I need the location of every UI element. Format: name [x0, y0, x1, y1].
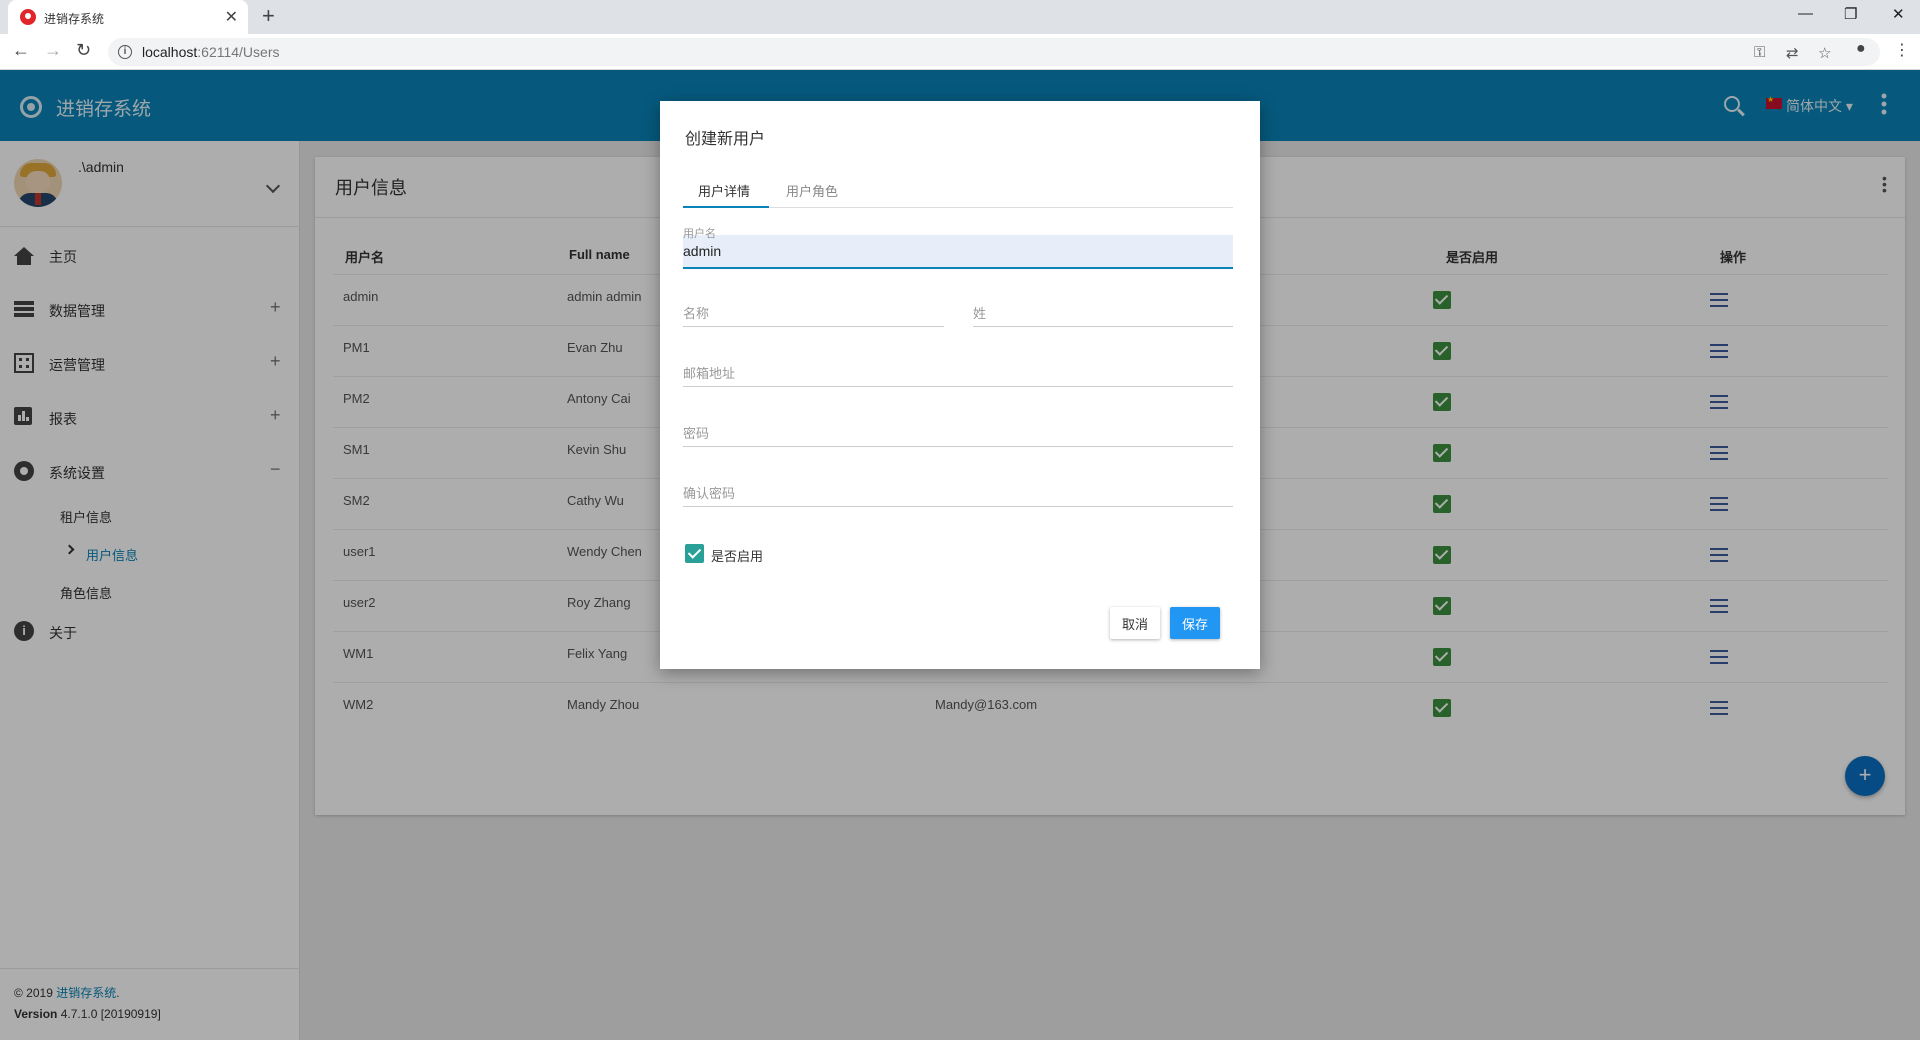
url-text: localhost:62114/Users: [142, 44, 280, 60]
create-user-dialog: 创建新用户 用户详情 用户角色 用户名 admin 名称 姓 邮箱地址 密码 确…: [660, 101, 1260, 669]
translate-icon[interactable]: ⇄: [1786, 44, 1799, 62]
surname-label: 姓: [973, 306, 987, 321]
save-button[interactable]: 保存: [1170, 607, 1220, 639]
confirm-password-field[interactable]: 确认密码: [683, 473, 1233, 507]
confirm-password-label: 确认密码: [683, 486, 736, 501]
active-checkbox[interactable]: [685, 544, 704, 563]
username-label: 用户名: [683, 228, 716, 240]
browser-tab-strip: 进销存系统 ✕ + — ❐ ✕: [0, 0, 1920, 34]
new-tab-button[interactable]: +: [262, 3, 275, 29]
cancel-button[interactable]: 取消: [1110, 607, 1160, 639]
surname-field[interactable]: 姓: [973, 293, 1233, 327]
key-icon[interactable]: ⚿: [1754, 44, 1765, 61]
restore-window-icon[interactable]: ❐: [1844, 5, 1857, 23]
browser-toolbar: ← → ↻ i localhost:62114/Users ⚿ ⇄ ☆ ● ⋮: [0, 34, 1920, 70]
password-label: 密码: [683, 426, 710, 441]
email-label: 邮箱地址: [683, 366, 736, 381]
reload-icon[interactable]: ↻: [76, 40, 91, 61]
name-label: 名称: [683, 306, 710, 321]
close-tab-icon[interactable]: ✕: [225, 7, 238, 27]
email-field[interactable]: 邮箱地址: [683, 353, 1233, 387]
minimize-window-icon[interactable]: —: [1798, 5, 1813, 22]
username-value[interactable]: admin: [683, 243, 721, 259]
tab-indicator: [683, 206, 769, 208]
name-field[interactable]: 名称: [683, 293, 944, 327]
dialog-title: 创建新用户: [685, 131, 766, 148]
back-icon[interactable]: ←: [12, 40, 30, 61]
browser-menu-icon[interactable]: ⋮: [1894, 40, 1910, 60]
site-info-icon[interactable]: i: [118, 45, 132, 59]
username-field[interactable]: 用户名 admin: [683, 225, 1233, 269]
profile-icon[interactable]: ●: [1856, 40, 1866, 58]
browser-tab[interactable]: 进销存系统 ✕: [8, 0, 248, 34]
address-bar[interactable]: i localhost:62114/Users ⚿ ⇄ ☆: [108, 38, 1880, 66]
forward-icon[interactable]: →: [44, 40, 62, 61]
bookmark-star-icon[interactable]: ☆: [1818, 44, 1831, 62]
tab-user-roles[interactable]: 用户角色: [786, 181, 838, 200]
tab-user-details[interactable]: 用户详情: [698, 181, 750, 200]
password-field[interactable]: 密码: [683, 413, 1233, 447]
browser-tab-title: 进销存系统: [44, 12, 105, 26]
app-favicon-icon: [20, 9, 36, 25]
active-label: 是否启用: [711, 549, 764, 564]
close-window-icon[interactable]: ✕: [1892, 5, 1905, 23]
